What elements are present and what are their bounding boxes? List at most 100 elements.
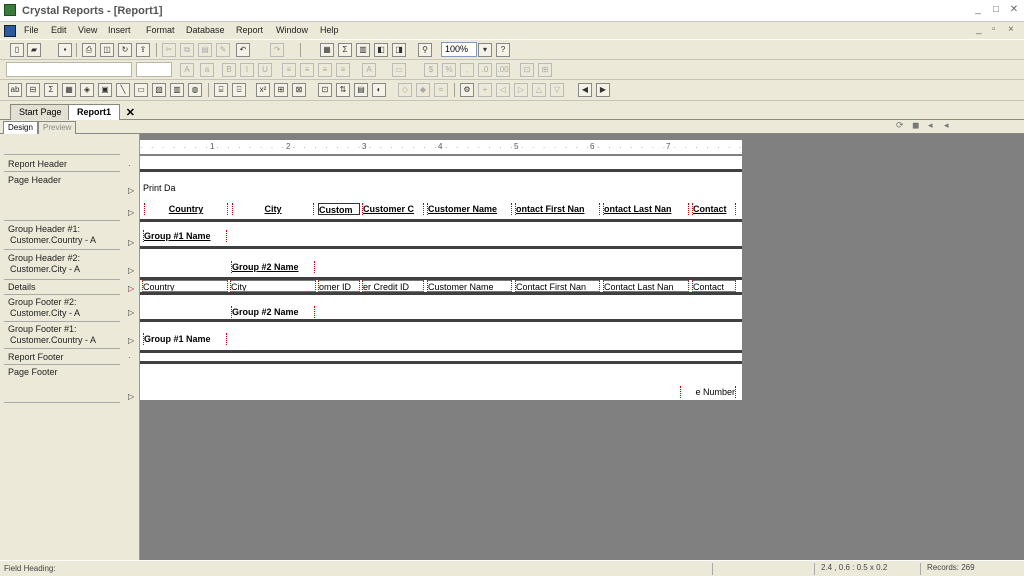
- tab-start-page[interactable]: Start Page: [10, 104, 71, 120]
- back-icon[interactable]: ◀: [578, 83, 592, 97]
- workbench-icon[interactable]: ⚙: [460, 83, 474, 97]
- gutter-marker-icon[interactable]: ▷: [128, 266, 134, 275]
- gutter-marker-icon[interactable]: ·: [128, 161, 131, 170]
- find-icon[interactable]: ⚲: [418, 43, 432, 57]
- detail-field[interactable]: Contact First Nan: [515, 280, 600, 292]
- menu-edit[interactable]: Edit: [51, 25, 67, 35]
- cut-icon[interactable]: ✂: [162, 43, 176, 57]
- gutter-marker-icon[interactable]: ▷: [128, 308, 134, 317]
- gutter-marker-icon[interactable]: ▷: [128, 336, 134, 345]
- format-painter-icon[interactable]: ✎: [216, 43, 230, 57]
- insert-group-icon[interactable]: ▦: [320, 43, 334, 57]
- redo-icon[interactable]: ↷: [270, 43, 284, 57]
- column-heading[interactable]: Customer Name: [427, 203, 512, 215]
- print-preview-icon[interactable]: ◫: [100, 43, 114, 57]
- section-report-header[interactable]: Report Header: [8, 159, 120, 170]
- detail-field[interactable]: Customer Name: [427, 280, 512, 292]
- workbench-add-icon[interactable]: +: [478, 83, 492, 97]
- column-heading[interactable]: Customer C: [362, 203, 424, 215]
- open-icon[interactable]: ▰: [27, 43, 41, 57]
- repository-icon[interactable]: ◇: [398, 83, 412, 97]
- section-report-footer[interactable]: Report Footer: [8, 352, 120, 363]
- insert-box-icon[interactable]: ▭: [134, 83, 148, 97]
- menu-report[interactable]: Report: [236, 25, 263, 35]
- print-date-field[interactable]: Print Da: [143, 182, 193, 194]
- gutter-marker-icon[interactable]: ▷: [128, 186, 134, 195]
- prev-page-icon[interactable]: ◂: [944, 120, 949, 131]
- group2-name-field[interactable]: Group #2 Name: [231, 261, 315, 273]
- sort-expert-icon[interactable]: ⇅: [336, 83, 350, 97]
- insert-subreport-icon[interactable]: ▣: [98, 83, 112, 97]
- column-heading[interactable]: Custom: [318, 203, 360, 215]
- band-page-footer[interactable]: e Number: [140, 364, 742, 400]
- insert-summary-icon[interactable]: Σ: [338, 43, 352, 57]
- gutter-marker-icon[interactable]: ▷: [128, 238, 134, 247]
- section-group-footer-2[interactable]: Group Footer #2: Customer.City - A: [8, 297, 120, 319]
- decrease-font-icon[interactable]: a: [200, 63, 214, 77]
- increase-decimal-icon[interactable]: .0: [478, 63, 492, 77]
- document-icon[interactable]: [4, 25, 16, 37]
- close-window-button[interactable]: ✕: [1006, 3, 1022, 17]
- band-report-footer[interactable]: [140, 353, 742, 361]
- menu-help[interactable]: Help: [320, 25, 339, 35]
- group2-footer-name-field[interactable]: Group #2 Name: [231, 306, 315, 318]
- section-group-footer-1[interactable]: Group Footer #1: Customer.Country - A: [8, 324, 120, 346]
- group-expert-icon[interactable]: ⊡: [318, 83, 332, 97]
- detail-field[interactable]: Contact: [692, 280, 736, 292]
- zoom-combo[interactable]: 100%: [441, 42, 477, 57]
- font-combo[interactable]: [6, 62, 132, 77]
- align-right-icon[interactable]: ≡: [318, 63, 332, 77]
- gutter-marker-icon[interactable]: ▷: [128, 208, 134, 217]
- template-expert-icon[interactable]: ▤: [354, 83, 368, 97]
- nav-up-icon[interactable]: △: [532, 83, 546, 97]
- gutter-marker-icon[interactable]: ▷: [128, 284, 134, 293]
- justify-icon[interactable]: ≡: [336, 63, 350, 77]
- lock-size-icon[interactable]: ⊞: [538, 63, 552, 77]
- highlighting-expert-icon[interactable]: ◐: [372, 83, 386, 97]
- band-group-header-1[interactable]: Group #1 Name: [140, 222, 742, 246]
- insert-picture-icon[interactable]: ▨: [152, 83, 166, 97]
- band-page-header[interactable]: Print Da Country City Custom Customer C …: [140, 172, 742, 219]
- group1-name-field[interactable]: Group #1 Name: [143, 230, 227, 242]
- thousands-icon[interactable]: ,: [460, 63, 474, 77]
- paste-icon[interactable]: ▤: [198, 43, 212, 57]
- insert-chart-icon[interactable]: ▥: [356, 43, 370, 57]
- copy-icon[interactable]: ⧉: [180, 43, 194, 57]
- tab-preview[interactable]: Preview: [38, 121, 77, 134]
- decrease-decimal-icon[interactable]: .00: [496, 63, 510, 77]
- band-details[interactable]: Country City omer ID er Credit ID Custom…: [140, 280, 742, 292]
- formula-workshop-icon[interactable]: x²: [256, 83, 270, 97]
- zoom-dropdown-icon[interactable]: ▾: [478, 43, 492, 57]
- detail-field[interactable]: Country: [142, 280, 228, 292]
- mdi-minimize-icon[interactable]: _: [976, 24, 982, 35]
- help-icon[interactable]: ?: [496, 43, 510, 57]
- gutter-marker-icon[interactable]: ▷: [128, 392, 134, 401]
- band-group-footer-1[interactable]: Group #1 Name: [140, 322, 742, 350]
- insert-map-icon[interactable]: ◍: [188, 83, 202, 97]
- align-left-icon[interactable]: ≡: [282, 63, 296, 77]
- restore-button[interactable]: □: [988, 3, 1004, 17]
- band-group-footer-2[interactable]: Group #2 Name: [140, 295, 742, 319]
- increase-font-icon[interactable]: A: [180, 63, 194, 77]
- nav-back-toolbar-icon[interactable]: ◁: [496, 83, 510, 97]
- percent-icon[interactable]: %: [442, 63, 456, 77]
- export-icon[interactable]: ⇪: [136, 43, 150, 57]
- column-heading[interactable]: ontact Last Nan: [603, 203, 689, 215]
- new-icon[interactable]: ▯: [10, 43, 24, 57]
- detail-field[interactable]: City: [230, 280, 316, 292]
- mdi-close-icon[interactable]: ×: [1008, 24, 1014, 35]
- insert-text-object-icon[interactable]: ab: [8, 83, 22, 97]
- nav-down-icon[interactable]: ▽: [550, 83, 564, 97]
- menu-insert[interactable]: Insert: [108, 25, 131, 35]
- lock-format-icon[interactable]: ⊡: [520, 63, 534, 77]
- page-number-field[interactable]: e Number: [680, 386, 736, 398]
- insert-olap-icon[interactable]: ◈: [80, 83, 94, 97]
- dependency-checker-icon[interactable]: ◆: [416, 83, 430, 97]
- section-group-header-1[interactable]: Group Header #1: Customer.Country - A: [8, 224, 120, 246]
- detail-field[interactable]: Contact Last Nan: [603, 280, 689, 292]
- horizontal-ruler[interactable]: · · · · · · · · · · · · · · · · · · · · …: [140, 140, 742, 154]
- print-icon[interactable]: ⎙: [82, 43, 96, 57]
- menu-file[interactable]: File: [24, 25, 39, 35]
- underline-icon[interactable]: U: [258, 63, 272, 77]
- save-icon[interactable]: ▪: [58, 43, 72, 57]
